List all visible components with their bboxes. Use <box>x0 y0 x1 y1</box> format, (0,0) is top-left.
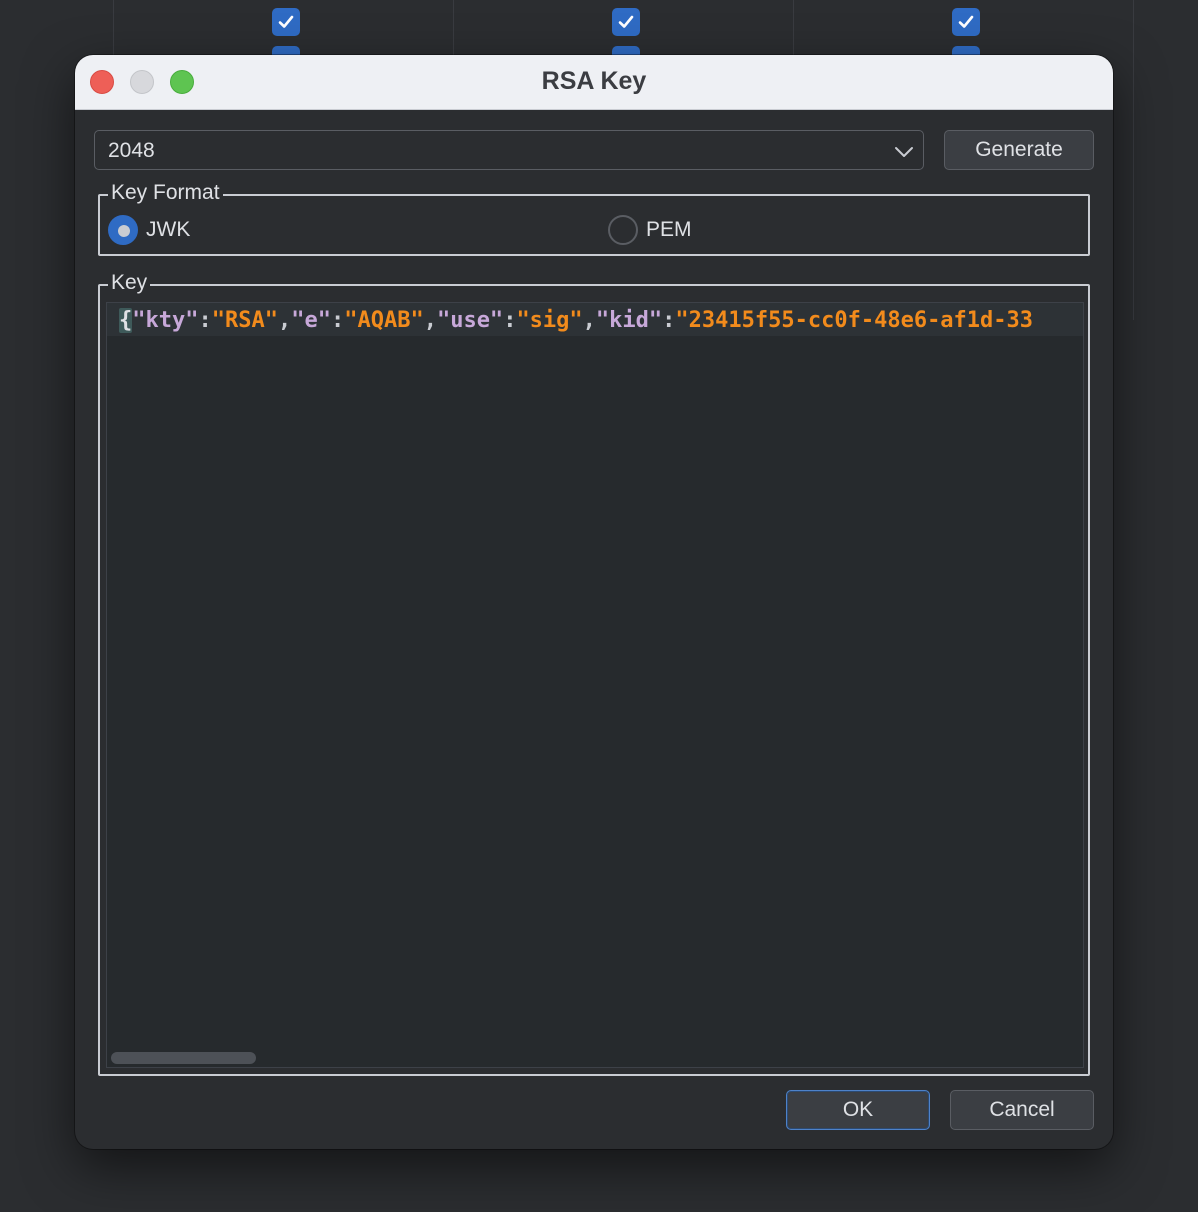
json-colon: : <box>662 308 676 333</box>
ok-button[interactable]: OK <box>786 1090 930 1130</box>
json-string: "RSA" <box>211 308 278 333</box>
json-comma: , <box>582 308 596 333</box>
key-group: Key {"kty":"RSA","e":"AQAB","use":"sig",… <box>98 271 1090 1076</box>
checkmark-icon <box>958 15 974 28</box>
table-checkbox[interactable] <box>272 8 300 36</box>
json-key: "kty" <box>132 308 199 333</box>
key-json-text: {"kty":"RSA","e":"AQAB","use":"sig","kid… <box>119 307 1033 335</box>
json-key: "kid" <box>595 308 663 333</box>
checkmark-icon <box>618 15 634 28</box>
key-format-group: Key Format JWK PEM <box>98 181 1090 256</box>
checkmark-icon <box>278 15 294 28</box>
key-text-editor[interactable]: {"kty":"RSA","e":"AQAB","use":"sig","kid… <box>106 302 1084 1068</box>
radio-pem-label[interactable]: PEM <box>646 218 692 242</box>
key-size-value: 2048 <box>108 139 155 162</box>
cancel-button[interactable]: Cancel <box>950 1090 1094 1130</box>
table-checkbox[interactable] <box>952 8 980 36</box>
key-format-legend: Key Format <box>108 181 223 205</box>
table-column-divider <box>1133 0 1134 320</box>
json-comma: , <box>277 308 292 333</box>
json-string: "AQAB" <box>344 308 424 333</box>
radio-jwk-label[interactable]: JWK <box>146 218 190 242</box>
key-size-select[interactable]: 2048 <box>94 130 924 170</box>
json-comma: , <box>423 308 437 333</box>
rsa-key-dialog: RSA Key 2048 Generate Key Format JWK PEM… <box>75 55 1113 1149</box>
chevron-down-icon <box>895 147 913 157</box>
key-legend: Key <box>108 271 151 295</box>
json-key: "e" <box>291 308 331 333</box>
json-string: "sig" <box>516 308 583 333</box>
json-colon: : <box>503 308 517 333</box>
radio-pem[interactable] <box>608 215 638 245</box>
table-checkbox[interactable] <box>612 8 640 36</box>
open-brace: { <box>119 308 133 333</box>
radio-jwk[interactable] <box>108 215 138 245</box>
generate-button[interactable]: Generate <box>944 130 1094 170</box>
json-key: "use" <box>436 308 504 333</box>
horizontal-scrollbar[interactable] <box>107 1045 1083 1067</box>
json-colon: : <box>330 308 345 333</box>
json-string: "23415f55-cc0f-48e6-af1d-33 <box>675 308 1034 333</box>
dialog-title: RSA Key <box>541 67 647 95</box>
horizontal-scroll-thumb[interactable] <box>111 1052 256 1064</box>
json-colon: : <box>198 308 212 333</box>
title-bar[interactable]: RSA Key <box>75 55 1113 110</box>
